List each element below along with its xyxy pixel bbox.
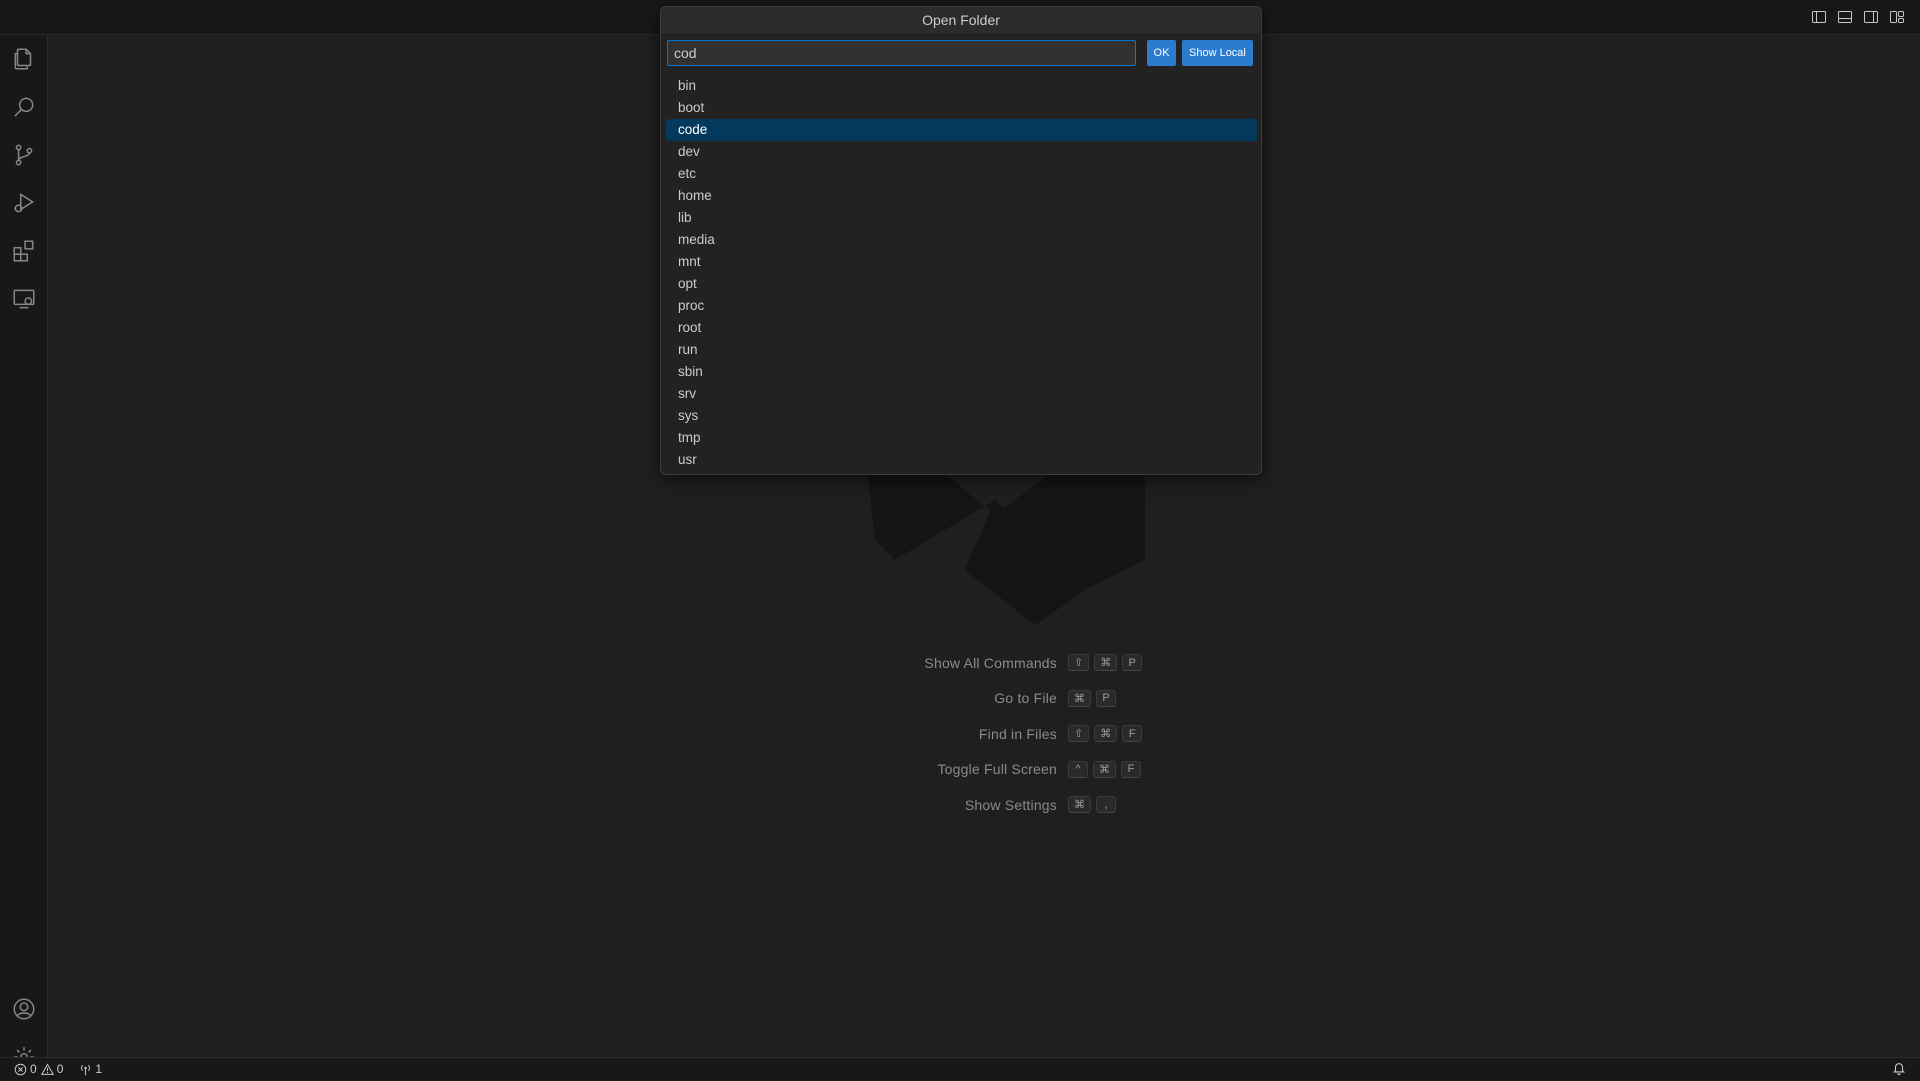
warnings-indicator[interactable]: 0	[40, 1062, 64, 1076]
folder-item[interactable]: var	[666, 471, 1257, 474]
keycap: F	[1121, 760, 1141, 778]
folder-item[interactable]: usr	[666, 449, 1257, 471]
keycap: ⌘	[1094, 725, 1118, 743]
folder-item-selected[interactable]: code	[666, 119, 1257, 141]
errors-indicator[interactable]: 0	[14, 1062, 37, 1076]
error-count: 0	[30, 1062, 37, 1076]
shortcut-keys: ⇧ ⌘ F	[1068, 725, 1143, 743]
extensions-icon[interactable]	[0, 227, 48, 275]
source-control-icon[interactable]	[0, 131, 48, 179]
shortcut-row: Toggle Full Screen ^ ⌘ F	[808, 752, 1308, 788]
keycap: ⌘	[1094, 654, 1118, 672]
dialog-title: Open Folder	[661, 7, 1261, 33]
customize-layout-icon[interactable]	[1888, 8, 1906, 26]
folder-item[interactable]: bin	[666, 75, 1257, 97]
folder-item[interactable]: root	[666, 317, 1257, 339]
folder-item[interactable]: sbin	[666, 361, 1257, 383]
open-folder-dialog: Open Folder OK Show Local bin boot code …	[660, 6, 1262, 475]
shortcut-row: Show Settings ⌘ ,	[808, 787, 1308, 823]
folder-item[interactable]: boot	[666, 97, 1257, 119]
shortcut-row: Find in Files ⇧ ⌘ F	[808, 716, 1308, 752]
files-icon[interactable]	[0, 35, 48, 83]
keycap: ⌘	[1068, 796, 1091, 814]
ports-indicator[interactable]: 1	[79, 1062, 102, 1076]
remote-explorer-icon[interactable]	[0, 275, 48, 323]
status-bar: 0 0 1	[0, 1057, 1920, 1080]
dialog-input-row: OK Show Local	[667, 40, 1257, 66]
shortcut-keys: ^ ⌘ F	[1068, 760, 1141, 778]
folder-item[interactable]: lib	[666, 207, 1257, 229]
keycap: P	[1122, 654, 1143, 672]
shortcut-keys: ⌘ P	[1068, 689, 1116, 707]
shortcut-row: Go to File ⌘ P	[808, 681, 1308, 717]
warning-count: 0	[56, 1062, 64, 1076]
ports-count: 1	[95, 1062, 103, 1076]
keycap: F	[1122, 725, 1143, 743]
shortcut-label: Show Settings	[964, 796, 1057, 813]
keycap: ⌘	[1068, 689, 1091, 707]
show-local-button[interactable]: Show Local	[1182, 40, 1253, 66]
run-debug-icon[interactable]	[0, 179, 48, 227]
folder-item[interactable]: dev	[666, 141, 1257, 163]
keycap: ⌘	[1093, 760, 1116, 778]
folder-item[interactable]: sys	[666, 405, 1257, 427]
folder-item[interactable]: proc	[666, 295, 1257, 317]
shortcut-label: Toggle Full Screen	[937, 761, 1057, 778]
toggle-panel-icon[interactable]	[1836, 8, 1854, 26]
ok-button[interactable]: OK	[1147, 40, 1176, 66]
folder-item[interactable]: mnt	[666, 251, 1257, 273]
keycap: ^	[1068, 760, 1088, 778]
folder-path-input[interactable]	[667, 40, 1136, 66]
shortcut-label: Find in Files	[978, 725, 1057, 742]
folder-item[interactable]: tmp	[666, 427, 1257, 449]
activity-bar	[0, 35, 48, 1067]
layout-controls	[1810, 8, 1906, 26]
keycap: P	[1096, 689, 1116, 707]
toggle-secondary-sidebar-icon[interactable]	[1862, 8, 1880, 26]
keycap: ⇧	[1068, 725, 1090, 743]
warning-icon	[40, 1062, 54, 1075]
notifications-bell-icon[interactable]	[1892, 1061, 1906, 1078]
shortcut-keys: ⇧ ⌘ P	[1068, 654, 1143, 672]
error-icon	[14, 1063, 27, 1075]
shortcut-label: Show All Commands	[924, 654, 1057, 671]
folder-item[interactable]: home	[666, 185, 1257, 207]
radio-tower-icon	[81, 1064, 91, 1075]
shortcut-keys: ⌘ ,	[1068, 796, 1116, 814]
folder-item[interactable]: etc	[666, 163, 1257, 185]
keycap: ⇧	[1068, 654, 1090, 672]
status-problems[interactable]: 0 0 1	[14, 1058, 102, 1080]
shortcut-row: Show All Commands ⇧ ⌘ P	[808, 645, 1308, 681]
search-icon[interactable]	[0, 83, 48, 131]
folder-list: bin boot code dev etc home lib media mnt…	[666, 75, 1257, 474]
folder-item[interactable]: srv	[666, 383, 1257, 405]
keycap: ,	[1096, 796, 1116, 814]
folder-item[interactable]: media	[666, 229, 1257, 251]
folder-item[interactable]: run	[666, 339, 1257, 361]
shortcut-hints: Show All Commands ⇧ ⌘ P Go to File ⌘ P F…	[808, 645, 1308, 823]
toggle-primary-sidebar-icon[interactable]	[1810, 8, 1828, 26]
shortcut-label: Go to File	[994, 690, 1057, 707]
folder-item[interactable]: opt	[666, 273, 1257, 295]
accounts-icon[interactable]	[0, 985, 48, 1033]
